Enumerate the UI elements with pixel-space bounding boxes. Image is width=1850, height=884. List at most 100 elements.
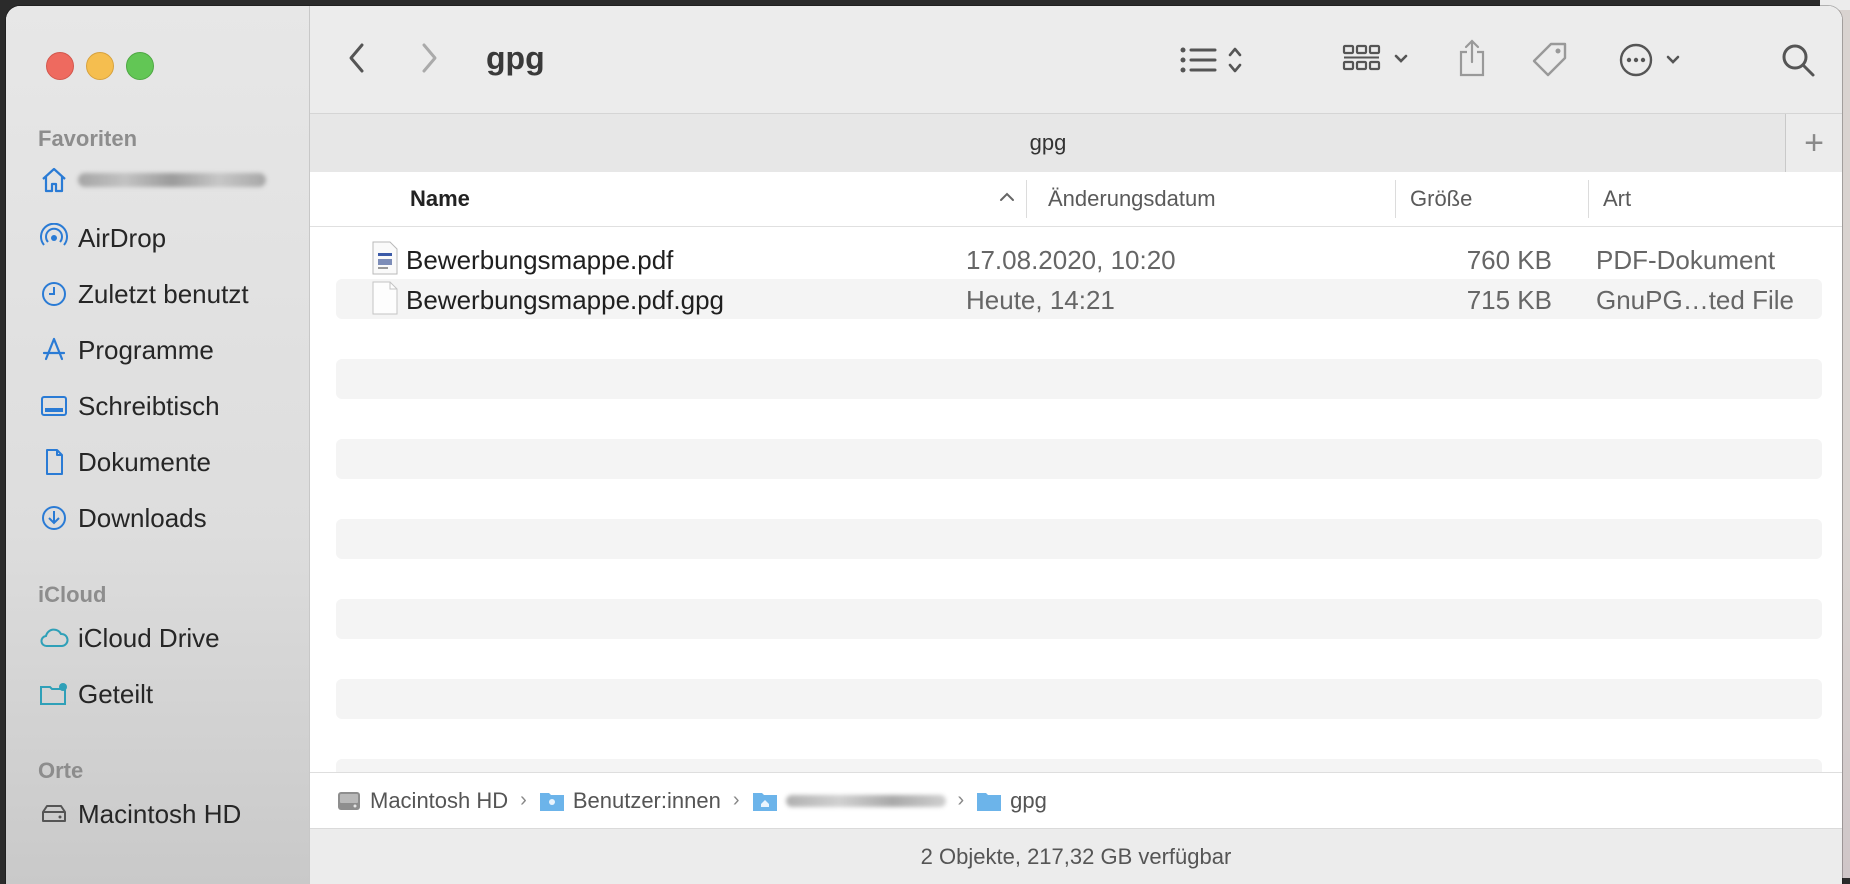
path-bar: Macintosh HD › Benutzer:innen › › gpg	[310, 772, 1842, 828]
empty-row	[336, 519, 1822, 559]
shared-folder-icon	[36, 676, 72, 712]
chevron-left-icon	[347, 42, 367, 79]
chevron-right-icon: ›	[732, 789, 740, 811]
file-kind: GnuPG…ted File	[1596, 285, 1794, 315]
sidebar-item-label: Macintosh HD	[78, 798, 242, 829]
disk-icon	[36, 796, 72, 832]
file-name: Bewerbungsmappe.pdf.gpg	[406, 285, 725, 315]
sidebar-item-home[interactable]	[36, 158, 296, 202]
column-divider[interactable]	[1588, 180, 1589, 218]
minimize-window-button[interactable]	[86, 52, 114, 80]
column-divider[interactable]	[1395, 180, 1396, 218]
ellipsis-circle-icon	[1618, 42, 1688, 83]
sidebar-item-documents[interactable]: Dokumente	[36, 440, 296, 484]
sidebar-item-shared[interactable]: Geteilt	[36, 672, 296, 716]
empty-row	[336, 439, 1822, 479]
sidebar-item-airdrop[interactable]: AirDrop	[36, 216, 296, 260]
path-item-users[interactable]: Benutzer:innen	[539, 788, 721, 814]
tab-bar: gpg +	[310, 113, 1842, 173]
sidebar-heading-locations: Orte	[38, 758, 84, 783]
sidebar-item-label: iCloud Drive	[78, 622, 220, 653]
file-kind: PDF-Dokument	[1596, 245, 1776, 275]
sidebar-item-label: Zuletzt benutzt	[78, 278, 249, 309]
chevron-right-icon: ›	[957, 789, 965, 811]
blank-file-icon	[372, 281, 398, 315]
file-size: 715 KB	[1466, 285, 1552, 315]
group-button[interactable]	[1340, 42, 1416, 82]
sidebar-heading-favorites: Favoriten	[38, 126, 138, 151]
redacted-username	[785, 794, 946, 807]
column-divider[interactable]	[1026, 180, 1027, 218]
path-item-macintosh-hd[interactable]: Macintosh HD	[336, 788, 508, 814]
file-list: Bewerbungsmappe.pdf 17.08.2020, 10:20 76…	[310, 227, 1842, 772]
back-button[interactable]	[342, 42, 372, 78]
file-row[interactable]: Bewerbungsmappe.pdf 17.08.2020, 10:20 76…	[336, 239, 1822, 279]
sidebar-item-desktop[interactable]: Schreibtisch	[36, 384, 296, 428]
empty-row	[336, 679, 1822, 719]
share-icon	[1456, 38, 1488, 83]
sidebar-item-label: Programme	[78, 334, 214, 365]
desktop-icon	[36, 388, 72, 424]
grid-icon	[1342, 42, 1414, 83]
path-label: Benutzer:innen	[572, 787, 721, 813]
folder-icon	[976, 790, 1002, 812]
sidebar-item-downloads[interactable]: Downloads	[36, 496, 296, 540]
sort-ascending-icon	[998, 188, 1016, 211]
column-size[interactable]: Größe	[1410, 186, 1472, 212]
pdf-file-icon	[372, 241, 398, 275]
file-row[interactable]: Bewerbungsmappe.pdf.gpg Heute, 14:21 715…	[336, 279, 1822, 319]
search-icon	[1780, 42, 1816, 83]
sidebar-item-recents[interactable]: Zuletzt benutzt	[36, 272, 296, 316]
search-button[interactable]	[1776, 40, 1820, 84]
path-item-gpg[interactable]: gpg	[976, 788, 1047, 814]
window-title: gpg	[486, 40, 545, 76]
share-button[interactable]	[1452, 38, 1492, 82]
tab-gpg[interactable]: gpg	[310, 130, 1786, 156]
file-size: 760 KB	[1466, 245, 1552, 275]
more-actions-button[interactable]	[1618, 42, 1688, 82]
tag-button[interactable]	[1528, 40, 1572, 84]
column-name[interactable]: Name	[410, 186, 470, 212]
empty-row	[336, 359, 1822, 399]
path-label: Macintosh HD	[370, 787, 509, 813]
disk-icon	[336, 789, 362, 813]
sidebar: Favoriten AirDrop Zuletzt benutzt Progra…	[6, 6, 310, 884]
clock-icon	[36, 276, 72, 312]
sidebar-item-label: Downloads	[78, 502, 207, 533]
list-view-icon	[1179, 42, 1249, 83]
close-window-button[interactable]	[46, 52, 74, 80]
sidebar-item-label: Schreibtisch	[78, 390, 220, 421]
chevron-right-icon: ›	[520, 789, 527, 811]
column-header: Name Änderungsdatum Größe Art	[310, 172, 1842, 227]
path-item-home[interactable]	[752, 790, 946, 812]
empty-row	[336, 759, 1822, 772]
download-icon	[36, 500, 72, 536]
sidebar-item-label: Dokumente	[78, 446, 211, 477]
empty-row	[336, 599, 1822, 639]
toolbar: gpg	[310, 6, 1842, 113]
zoom-window-button[interactable]	[126, 52, 154, 80]
sidebar-heading-icloud: iCloud	[38, 582, 107, 607]
airdrop-icon	[36, 220, 72, 256]
file-name: Bewerbungsmappe.pdf	[406, 245, 674, 275]
sidebar-item-label: AirDrop	[78, 222, 167, 253]
file-date: 17.08.2020, 10:20	[966, 245, 1176, 275]
cloud-icon	[36, 620, 72, 656]
forward-button[interactable]	[414, 42, 444, 78]
home-icon	[36, 162, 72, 198]
status-bar: 2 Objekte, 217,32 GB verfügbar	[310, 828, 1842, 884]
file-date: Heute, 14:21	[966, 285, 1115, 315]
column-kind[interactable]: Art	[1603, 186, 1631, 212]
view-options-button[interactable]	[1174, 42, 1254, 82]
column-date-modified[interactable]: Änderungsdatum	[1048, 186, 1216, 212]
sidebar-item-label: Geteilt	[78, 678, 154, 709]
chevron-right-icon	[419, 42, 439, 79]
users-folder-icon	[539, 790, 565, 812]
sidebar-item-icloud-drive[interactable]: iCloud Drive	[36, 616, 296, 660]
sidebar-item-applications[interactable]: Programme	[36, 328, 296, 372]
finder-window: Favoriten AirDrop Zuletzt benutzt Progra…	[6, 6, 1842, 884]
path-label: gpg	[1010, 787, 1047, 813]
sidebar-item-macintosh-hd[interactable]: Macintosh HD	[36, 792, 296, 836]
new-tab-button[interactable]: +	[1785, 114, 1842, 172]
apps-icon	[36, 332, 72, 368]
